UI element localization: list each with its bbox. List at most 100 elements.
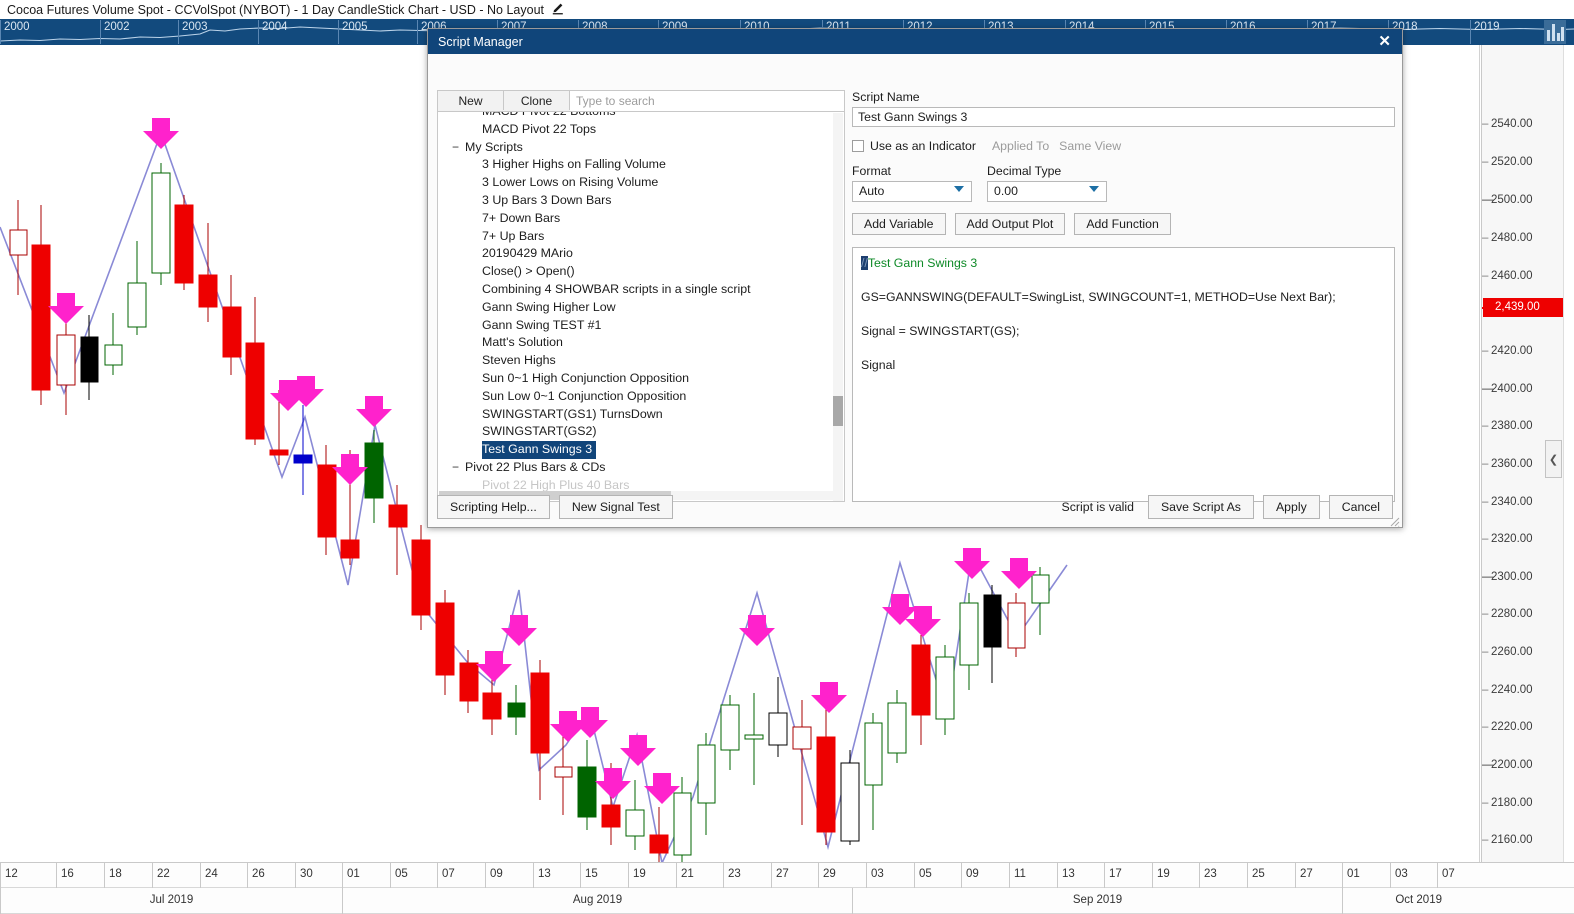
last-price-badge: 2,439.00: [1483, 298, 1569, 317]
day-tick: 24: [200, 863, 218, 888]
list-item[interactable]: Close() > Open(): [438, 263, 830, 281]
list-item[interactable]: 7+ Down Bars: [438, 210, 830, 228]
save-script-as-button[interactable]: Save Script As: [1147, 495, 1254, 519]
list-item[interactable]: Gann Swing Higher Low: [438, 299, 830, 317]
search-input[interactable]: [570, 91, 844, 111]
day-tick: 27: [771, 863, 789, 888]
list-item[interactable]: Combining 4 SHOWBAR scripts in a single …: [438, 281, 830, 299]
day-tick: 18: [104, 863, 122, 888]
script-manager-dialog[interactable]: Script Manager ✕ New Clone MACD Pivot 22…: [427, 28, 1403, 528]
list-item[interactable]: SWINGSTART(GS2): [438, 423, 830, 441]
list-item[interactable]: 3 Lower Lows on Rising Volume: [438, 174, 830, 192]
list-item[interactable]: SWINGSTART(GS1) TurnsDown: [438, 406, 830, 424]
list-item[interactable]: MACD Pivot 22 Bottoms: [438, 112, 830, 121]
decimal-type-select[interactable]: 0.00: [987, 181, 1107, 202]
applied-to-label: Applied To: [991, 139, 1050, 153]
comment-text: Test Gann Swings 3: [867, 256, 978, 270]
list-group-pivot-22[interactable]: − Pivot 22 Plus Bars & CDs: [438, 459, 830, 477]
chevron-down-icon[interactable]: [1089, 186, 1099, 192]
script-name-label: Script Name: [852, 90, 920, 104]
price-tick: –2520.00: [1482, 156, 1533, 168]
navigator-right-handle[interactable]: [1544, 20, 1566, 44]
dialog-title-bar[interactable]: Script Manager ✕: [428, 29, 1402, 54]
list-item[interactable]: 20190429 MArio: [438, 245, 830, 263]
day-tick: 19: [1152, 863, 1170, 888]
day-tick: 07: [437, 863, 455, 888]
script-list-container[interactable]: MACD Pivot 22 Bottoms MACD Pivot 22 Tops…: [437, 111, 845, 502]
day-tick: 01: [342, 863, 360, 888]
price-tick-label: 2240.00: [1491, 684, 1533, 696]
dialog-title: Script Manager: [438, 34, 523, 49]
list-item[interactable]: MACD Pivot 22 Tops: [438, 121, 830, 139]
navigator-year: 2005: [338, 20, 368, 44]
script-code-editor[interactable]: //Test Gann Swings 3 GS=GANNSWING(DEFAUL…: [852, 247, 1395, 502]
list-item-selected-row[interactable]: Test Gann Swings 3: [438, 441, 830, 459]
pencil-icon[interactable]: [551, 1, 565, 18]
add-function-button[interactable]: Add Function: [1074, 213, 1171, 235]
price-tick: –2460.00: [1482, 270, 1533, 282]
time-axis[interactable]: 12 16 18 22 24 26 30 01 05 07 09 13 15 1…: [0, 862, 1574, 914]
day-tick: 11: [1009, 863, 1026, 888]
month-label: Jul 2019: [0, 888, 342, 914]
list-vertical-scroll-thumb[interactable]: [833, 396, 843, 426]
script-name-input[interactable]: [852, 107, 1395, 127]
list-group-my-scripts[interactable]: − My Scripts: [438, 139, 830, 157]
list-item[interactable]: Sun Low 0~1 Conjunction Opposition: [438, 388, 830, 406]
price-tick: –2380.00: [1482, 420, 1533, 432]
dialog-footer: Scripting Help... New Signal Test Script…: [437, 495, 1393, 519]
navigator-year: 2003: [178, 20, 208, 44]
price-tick-label: 2480.00: [1491, 232, 1533, 244]
day-tick: 15: [580, 863, 598, 888]
list-item[interactable]: Gann Swing TEST #1: [438, 317, 830, 335]
list-item-selected[interactable]: Test Gann Swings 3: [482, 441, 597, 459]
format-select[interactable]: Auto: [852, 181, 972, 202]
script-list-pane[interactable]: New Clone MACD Pivot 22 Bottoms MACD Piv…: [437, 90, 845, 502]
format-select-value: Auto: [859, 184, 885, 198]
chevron-left-icon[interactable]: ❮: [1545, 440, 1562, 478]
collapse-minus-icon[interactable]: −: [452, 459, 465, 477]
price-tick-label: 2300.00: [1491, 571, 1533, 583]
resize-grip[interactable]: [1388, 515, 1400, 527]
price-tick-label: 2160.00: [1491, 834, 1533, 846]
month-label: Oct 2019: [1342, 888, 1442, 914]
day-tick: 05: [914, 863, 932, 888]
add-buttons-row: Add Variable Add Output Plot Add Functio…: [852, 213, 1395, 235]
use-as-indicator-row: Use as an Indicator Applied To Same View: [852, 138, 1395, 154]
collapse-minus-icon[interactable]: −: [452, 139, 465, 157]
add-variable-button[interactable]: Add Variable: [852, 213, 946, 235]
month-label: Aug 2019: [342, 888, 852, 914]
format-options-row: Format Auto Decimal Type 0.00: [852, 164, 1395, 202]
day-tick: 13: [533, 863, 551, 888]
chevron-down-icon[interactable]: [954, 186, 964, 192]
use-as-indicator-label: Use as an Indicator: [870, 139, 976, 153]
list-item[interactable]: Sun 0~1 High Conjunction Opposition: [438, 370, 830, 388]
list-item[interactable]: Steven Highs: [438, 352, 830, 370]
close-icon[interactable]: ✕: [1375, 34, 1394, 49]
list-item[interactable]: 3 Up Bars 3 Down Bars: [438, 192, 830, 210]
code-line-gannswing: GS=GANNSWING(DEFAULT=SwingList, SWINGCOU…: [861, 290, 1336, 304]
cancel-button[interactable]: Cancel: [1328, 495, 1393, 519]
script-list-toolbar: New Clone: [437, 90, 845, 111]
decimal-type-label: Decimal Type: [987, 164, 1062, 178]
list-item[interactable]: 3 Higher Highs on Falling Volume: [438, 156, 830, 174]
price-tick-label: 2460.00: [1491, 270, 1533, 282]
list-item[interactable]: 7+ Up Bars: [438, 228, 830, 246]
new-script-button[interactable]: New: [438, 91, 504, 110]
price-tick-label: 2180.00: [1491, 797, 1533, 809]
apply-button[interactable]: Apply: [1262, 495, 1320, 519]
chart-title-text: Cocoa Futures Volume Spot - CCVolSpot (N…: [7, 2, 545, 17]
new-signal-test-button[interactable]: New Signal Test: [558, 495, 673, 519]
add-output-plot-button[interactable]: Add Output Plot: [954, 213, 1066, 235]
clone-script-button[interactable]: Clone: [504, 91, 570, 110]
scripting-help-button[interactable]: Scripting Help...: [437, 495, 550, 519]
script-details-pane: Script Name Use as an Indicator Applied …: [852, 90, 1395, 502]
use-as-indicator-checkbox[interactable]: [852, 140, 864, 152]
price-tick: –2540.00: [1482, 118, 1533, 130]
day-tick: 17: [1104, 863, 1122, 888]
list-item[interactable]: Matt's Solution: [438, 334, 830, 352]
list-vertical-scrollbar[interactable]: [833, 113, 843, 501]
format-label: Format: [852, 164, 891, 178]
code-line-signal-assign: Signal = SWINGSTART(GS);: [861, 324, 1020, 338]
